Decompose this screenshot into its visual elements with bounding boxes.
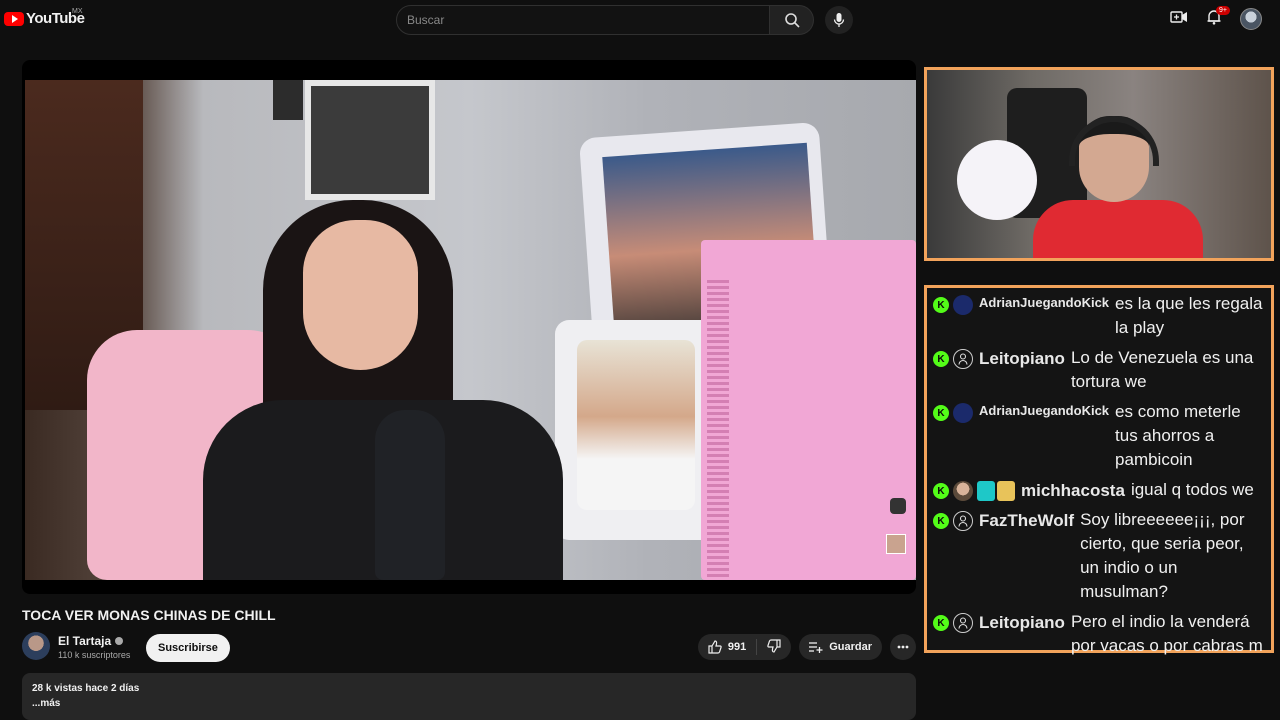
top-bar: YouTube MX Buscar 9+ — [0, 0, 1280, 40]
chat-text: es la que les regala la play — [1115, 294, 1263, 337]
user-avatar — [953, 481, 973, 501]
voice-search-button[interactable] — [825, 6, 853, 34]
video-title: TOCA VER MONAS CHINAS DE CHILL — [22, 607, 276, 623]
view-count-date: 28 k vistas hace 2 días — [32, 683, 140, 694]
youtube-logo-icon — [4, 11, 24, 26]
cam-streamer — [1033, 110, 1203, 258]
save-playlist-icon — [809, 642, 823, 653]
chat-username[interactable]: FazTheWolf — [979, 508, 1074, 531]
scene-pillow-blonde — [555, 320, 715, 540]
player-overlay-button[interactable] — [890, 498, 906, 514]
cam-plush — [957, 140, 1037, 220]
mic-icon — [833, 13, 845, 27]
chat-username[interactable]: michhacosta — [1021, 478, 1125, 501]
kick-icon: K — [933, 615, 949, 631]
chat-message: Kmichhacosta igual q todos we — [933, 478, 1265, 502]
chat-text: Lo de Venezuela es una tortura we — [1070, 348, 1254, 391]
verified-icon — [115, 637, 124, 645]
chat-emotes — [977, 481, 1015, 501]
account-avatar[interactable] — [1240, 8, 1262, 30]
like-button[interactable]: 991 — [698, 639, 758, 655]
webcam-overlay — [924, 67, 1274, 261]
chat-text: Pero el indio la venderá por vacas o por… — [1070, 612, 1263, 655]
top-right-actions: 9+ — [1170, 5, 1262, 30]
video-frame[interactable] — [25, 80, 916, 580]
player-mini-thumbnail[interactable] — [886, 534, 906, 554]
user-icon — [953, 613, 973, 633]
chat-text: igual q todos we — [1130, 480, 1254, 499]
country-code: MX — [72, 8, 83, 15]
chat-message: K AdrianJuegandoKick es la que les regala … — [933, 292, 1265, 340]
chat-overlay: K AdrianJuegandoKick es la que les regala … — [924, 285, 1274, 655]
channel-name[interactable]: El Tartaja — [58, 634, 111, 648]
channel-name-wrap[interactable]: El Tartaja — [58, 634, 124, 648]
like-count: 991 — [727, 641, 747, 653]
dislike-icon — [767, 638, 781, 653]
scene-microphone — [375, 410, 445, 580]
youtube-logo[interactable]: YouTube MX — [4, 8, 85, 27]
subscribe-button[interactable]: Suscribirse — [146, 634, 230, 662]
save-label: Guardar — [829, 641, 872, 653]
chat-username[interactable]: AdrianJuegandoKick — [979, 292, 1109, 310]
chat-username[interactable]: Leitopiano — [979, 610, 1065, 633]
chat-message: K Leitopiano Pero el indio la venderá por … — [933, 610, 1265, 658]
kick-icon: K — [933, 405, 949, 421]
create-button[interactable] — [1170, 10, 1188, 29]
kick-icon: K — [933, 351, 949, 367]
like-icon — [708, 640, 722, 654]
chat-message: K AdrianJuegandoKick es como meterle tus a… — [933, 400, 1265, 472]
notification-badge: 9+ — [1216, 5, 1230, 15]
channel-avatar[interactable] — [22, 632, 50, 660]
user-avatar — [953, 295, 973, 315]
scene-picture-small — [273, 80, 303, 120]
kick-icon: K — [933, 513, 949, 529]
user-avatar — [953, 403, 973, 423]
user-icon — [953, 511, 973, 531]
description-more-link[interactable]: ...más — [32, 698, 906, 709]
scene-pink-pc — [701, 240, 916, 580]
notifications-button[interactable]: 9+ — [1206, 5, 1230, 30]
subscriber-count: 110 k suscriptores — [58, 650, 131, 660]
kick-icon: K — [933, 297, 949, 313]
scene-picture-frame — [305, 80, 435, 200]
search-input[interactable]: Buscar — [396, 5, 770, 35]
more-actions-button[interactable] — [890, 634, 916, 660]
save-button[interactable]: Guardar — [799, 634, 882, 660]
search-icon — [784, 13, 800, 28]
description-box[interactable]: 28 k vistas hace 2 días ...más — [22, 673, 916, 720]
video-actions: 991 Guardar — [697, 634, 916, 660]
chat-text: es como meterle tus ahorros a pambicoin — [1115, 402, 1241, 469]
chat-username[interactable]: AdrianJuegandoKick — [979, 400, 1109, 418]
more-icon — [897, 645, 909, 649]
kick-icon: K — [933, 483, 949, 499]
chat-message: K FazTheWolf Soy libreeeeee¡¡¡, por cierto… — [933, 508, 1265, 604]
dislike-button[interactable] — [757, 638, 791, 656]
video-player[interactable] — [22, 60, 916, 594]
channel-row: El Tartaja 110 k suscriptores Suscribirs… — [22, 632, 916, 664]
chat-username[interactable]: Leitopiano — [979, 346, 1065, 369]
chat-message: K Leitopiano Lo de Venezuela es una tortur… — [933, 346, 1265, 394]
like-dislike-group: 991 — [697, 634, 792, 660]
chat-text: Soy libreeeeee¡¡¡, por cierto, que seria… — [1080, 510, 1245, 601]
create-video-icon — [1170, 10, 1187, 23]
search-bar: Buscar — [396, 5, 814, 35]
user-icon — [953, 349, 973, 369]
search-button[interactable] — [770, 5, 814, 35]
